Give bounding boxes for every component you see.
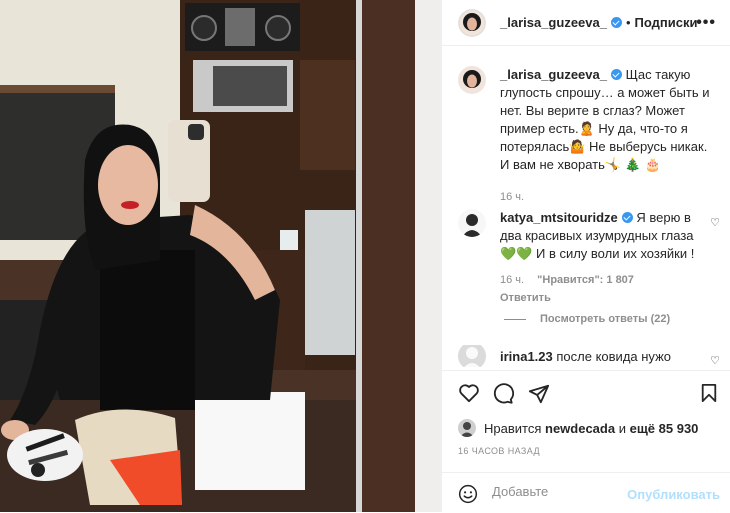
author-username[interactable]: _larisa_guzeeva_ <box>500 15 607 30</box>
comment-time: 16 ч. <box>500 274 525 286</box>
post-side-panel: _larisa_guzeeva_ • Подписки ••• _larisa_… <box>441 0 730 512</box>
save-bookmark-icon[interactable] <box>700 383 718 403</box>
author-avatar[interactable] <box>458 8 486 37</box>
comment-item: irina1.23 после ковида нужо <box>458 345 720 367</box>
post-timestamp[interactable]: 16 ЧАСОВ НАЗАД <box>458 446 540 456</box>
publish-button[interactable]: Опубликовать <box>627 487 720 502</box>
commenter-avatar[interactable] <box>458 209 486 237</box>
comment-like-heart-icon[interactable]: ♡ <box>710 354 720 367</box>
header-separator: • <box>625 15 631 30</box>
following-button[interactable]: Подписки <box>635 15 698 30</box>
replies-divider <box>504 318 526 320</box>
likes-connector: и <box>618 420 626 436</box>
post-photo[interactable] <box>0 0 441 512</box>
comment-text: после ковида нужо <box>556 348 671 364</box>
comment-username[interactable]: katya_mtsitouridze <box>500 210 618 225</box>
verified-badge-icon <box>621 212 633 223</box>
liker-username[interactable]: newdecada <box>545 421 615 436</box>
post-action-bar <box>442 370 730 411</box>
comment-username[interactable]: irina1.23 <box>500 349 553 364</box>
comment-item: katya_mtsitouridze Я верю в два красивых… <box>458 209 720 307</box>
more-options-icon[interactable]: ••• <box>696 14 716 32</box>
comment-input[interactable] <box>490 483 634 500</box>
comment-like-heart-icon[interactable]: ♡ <box>710 216 720 229</box>
liker-avatar[interactable] <box>458 419 476 437</box>
comment-likes-count[interactable]: "Нравится": 1 807 <box>537 274 634 286</box>
caption-time: 16 ч. <box>500 191 525 203</box>
post-caption: _larisa_guzeeva_ Щас такую глупость спро… <box>458 66 720 206</box>
emoji-icon[interactable] <box>458 484 478 504</box>
likes-count[interactable]: ещё 85 930 <box>630 421 699 436</box>
post-header: _larisa_guzeeva_ • Подписки ••• <box>442 0 730 46</box>
comment-bubble-icon[interactable] <box>492 383 514 405</box>
caption-avatar[interactable] <box>458 66 486 94</box>
selfie-photo-illustration <box>0 0 441 512</box>
likes-line: Нравится newdecada и ещё 85 930 <box>458 419 698 437</box>
view-replies-button[interactable]: Посмотреть ответы (22) <box>504 313 670 325</box>
share-paper-plane-icon[interactable] <box>528 383 550 405</box>
view-replies-label: Посмотреть ответы (22) <box>540 313 671 325</box>
verified-badge-icon <box>610 17 622 28</box>
like-heart-icon[interactable] <box>458 383 480 403</box>
caption-username[interactable]: _larisa_guzeeva_ <box>500 67 607 82</box>
likes-prefix: Нравится <box>484 420 542 436</box>
caption-text: Щас такую глупость спрошу… а может быть … <box>500 67 710 172</box>
verified-badge-icon <box>610 69 622 80</box>
add-comment-bar: Опубликовать <box>442 472 730 513</box>
reply-button[interactable]: Ответить <box>500 289 700 307</box>
commenter-avatar[interactable] <box>458 345 486 367</box>
